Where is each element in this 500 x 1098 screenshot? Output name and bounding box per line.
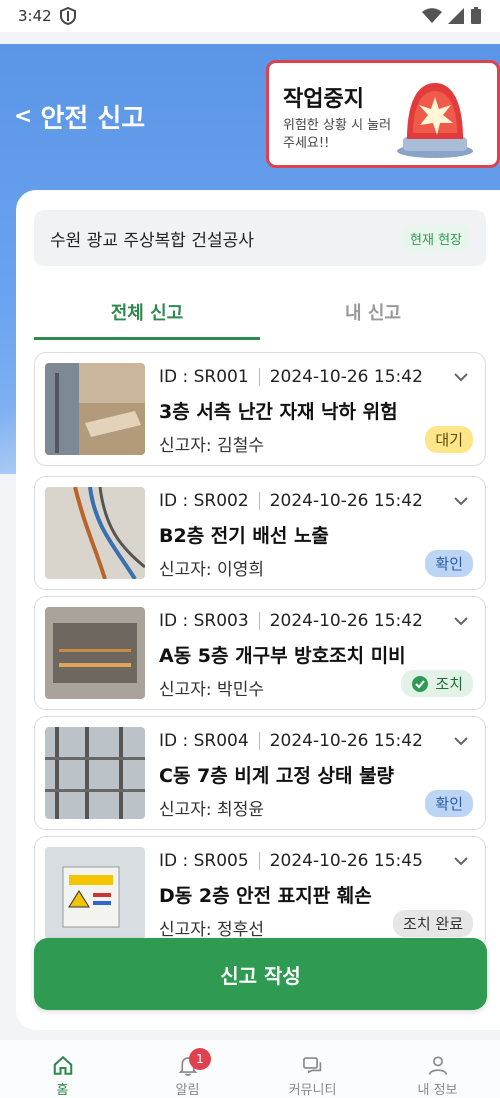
report-datetime: 2024-10-26 15:42 [269,491,423,511]
report-datetime: 2024-10-26 15:45 [269,851,423,871]
status-badge-label: 조치 [435,675,463,693]
report-id: ID : SR005 [159,851,249,871]
report-meta: ID : SR003 2024-10-26 15:42 [159,611,423,631]
report-reporter: 신고자: 김철수 [159,436,264,456]
stop-work-subtitle: 위험한 상황 시 눌러주세요!! [283,118,392,151]
nav-my-info[interactable]: 내 정보 [375,1040,500,1098]
chevron-down-icon[interactable] [451,731,471,751]
notification-count-badge: 1 [189,1048,211,1070]
report-title: D동 2층 안전 표지판 훼손 [159,885,372,907]
check-circle-icon [412,675,429,692]
nav-notifications[interactable]: 1 알림 [125,1040,250,1098]
report-id: ID : SR001 [159,367,249,387]
report-reporter: 신고자: 이영희 [159,560,264,580]
battery-icon [471,7,481,24]
back-chevron: < [14,104,33,129]
chevron-down-icon[interactable] [451,491,471,511]
report-card[interactable]: ID : SR003 2024-10-26 15:42 A동 5층 개구부 방호조… [34,596,486,710]
home-icon [53,1055,72,1075]
stop-work-button[interactable]: 작업중지 위험한 상황 시 눌러주세요!! [266,60,500,168]
report-tabs: 전체 신고 내 신고 [34,286,486,340]
report-id: ID : SR004 [159,731,249,751]
site-name: 수원 광교 주상복합 건설공사 [50,230,254,251]
report-title: C동 7층 비계 고정 상태 불량 [159,765,395,787]
report-id: ID : SR002 [159,491,249,511]
tab-all-reports[interactable]: 전체 신고 [34,286,260,340]
report-reporter: 신고자: 정후선 [159,920,264,940]
chevron-down-icon[interactable] [451,851,471,871]
status-badge: 확인 [425,550,473,577]
report-reporter: 신고자: 최정윤 [159,800,264,820]
chevron-down-icon[interactable] [451,611,471,631]
report-meta: ID : SR005 2024-10-26 15:45 [159,851,423,871]
report-card[interactable]: ID : SR004 2024-10-26 15:42 C동 7층 비계 고정 상… [34,716,486,830]
report-id: ID : SR003 [159,611,249,631]
status-badge: 대기 [425,426,473,453]
report-photo [45,847,145,939]
signal-icon [448,8,464,24]
siren-icon [397,83,473,158]
report-datetime: 2024-10-26 15:42 [269,367,423,387]
person-icon [428,1056,447,1075]
report-title: B2층 전기 배선 노출 [159,525,329,547]
meta-divider [258,852,260,870]
bottom-nav: 홈 1 알림 커뮤니티 내 정보 [0,1040,500,1098]
meta-divider [258,612,260,630]
status-badge: 조치 완료 [393,910,473,937]
current-site-badge: 현재 현장 [402,224,470,252]
shield-icon [59,7,76,25]
page-title: 안전 신고 [40,104,146,134]
main-panel: 수원 광교 주상복합 건설공사 현재 현장 전체 신고 내 신고 ID : SR… [16,190,500,1030]
report-datetime: 2024-10-26 15:42 [269,611,423,631]
report-title: A동 5층 개구부 방호조치 미비 [159,645,406,667]
status-bar: 3:42 [0,0,500,32]
site-selector[interactable]: 수원 광교 주상복합 건설공사 현재 현장 [34,210,486,266]
report-card[interactable]: ID : SR005 2024-10-26 15:45 D동 2층 안전 표지판 … [34,836,486,950]
nav-home-label: 홈 [56,1083,69,1098]
report-photo [45,487,145,579]
report-meta: ID : SR001 2024-10-26 15:42 [159,367,423,387]
nav-my-info-label: 내 정보 [417,1083,458,1098]
chat-icon [302,1057,321,1074]
report-meta: ID : SR002 2024-10-26 15:42 [159,491,423,511]
nav-notifications-label: 알림 [175,1083,200,1098]
status-badge: 조치 [401,670,473,697]
report-meta: ID : SR004 2024-10-26 15:42 [159,731,423,751]
report-photo [45,607,145,699]
tab-my-reports[interactable]: 내 신고 [260,286,486,338]
report-datetime: 2024-10-26 15:42 [269,731,423,751]
back-button[interactable]: < 안전 신고 [14,98,145,135]
meta-divider [258,368,260,386]
report-card[interactable]: ID : SR002 2024-10-26 15:42 B2층 전기 배선 노출 … [34,476,486,590]
status-time: 3:42 [18,7,52,25]
nav-community-label: 커뮤니티 [288,1083,337,1098]
report-photo [45,727,145,819]
wifi-icon [422,8,442,23]
nav-community[interactable]: 커뮤니티 [250,1040,375,1098]
report-card[interactable]: ID : SR001 2024-10-26 15:42 3층 서측 난간 자재 낙… [34,352,486,466]
status-badge: 확인 [425,790,473,817]
report-title: 3층 서측 난간 자재 낙하 위험 [159,401,398,423]
write-report-button[interactable]: 신고 작성 [34,938,487,1010]
meta-divider [258,492,260,510]
meta-divider [258,732,260,750]
chevron-down-icon[interactable] [451,367,471,387]
report-photo [45,363,145,455]
report-reporter: 신고자: 박민수 [159,680,264,700]
nav-home[interactable]: 홈 [0,1040,125,1098]
